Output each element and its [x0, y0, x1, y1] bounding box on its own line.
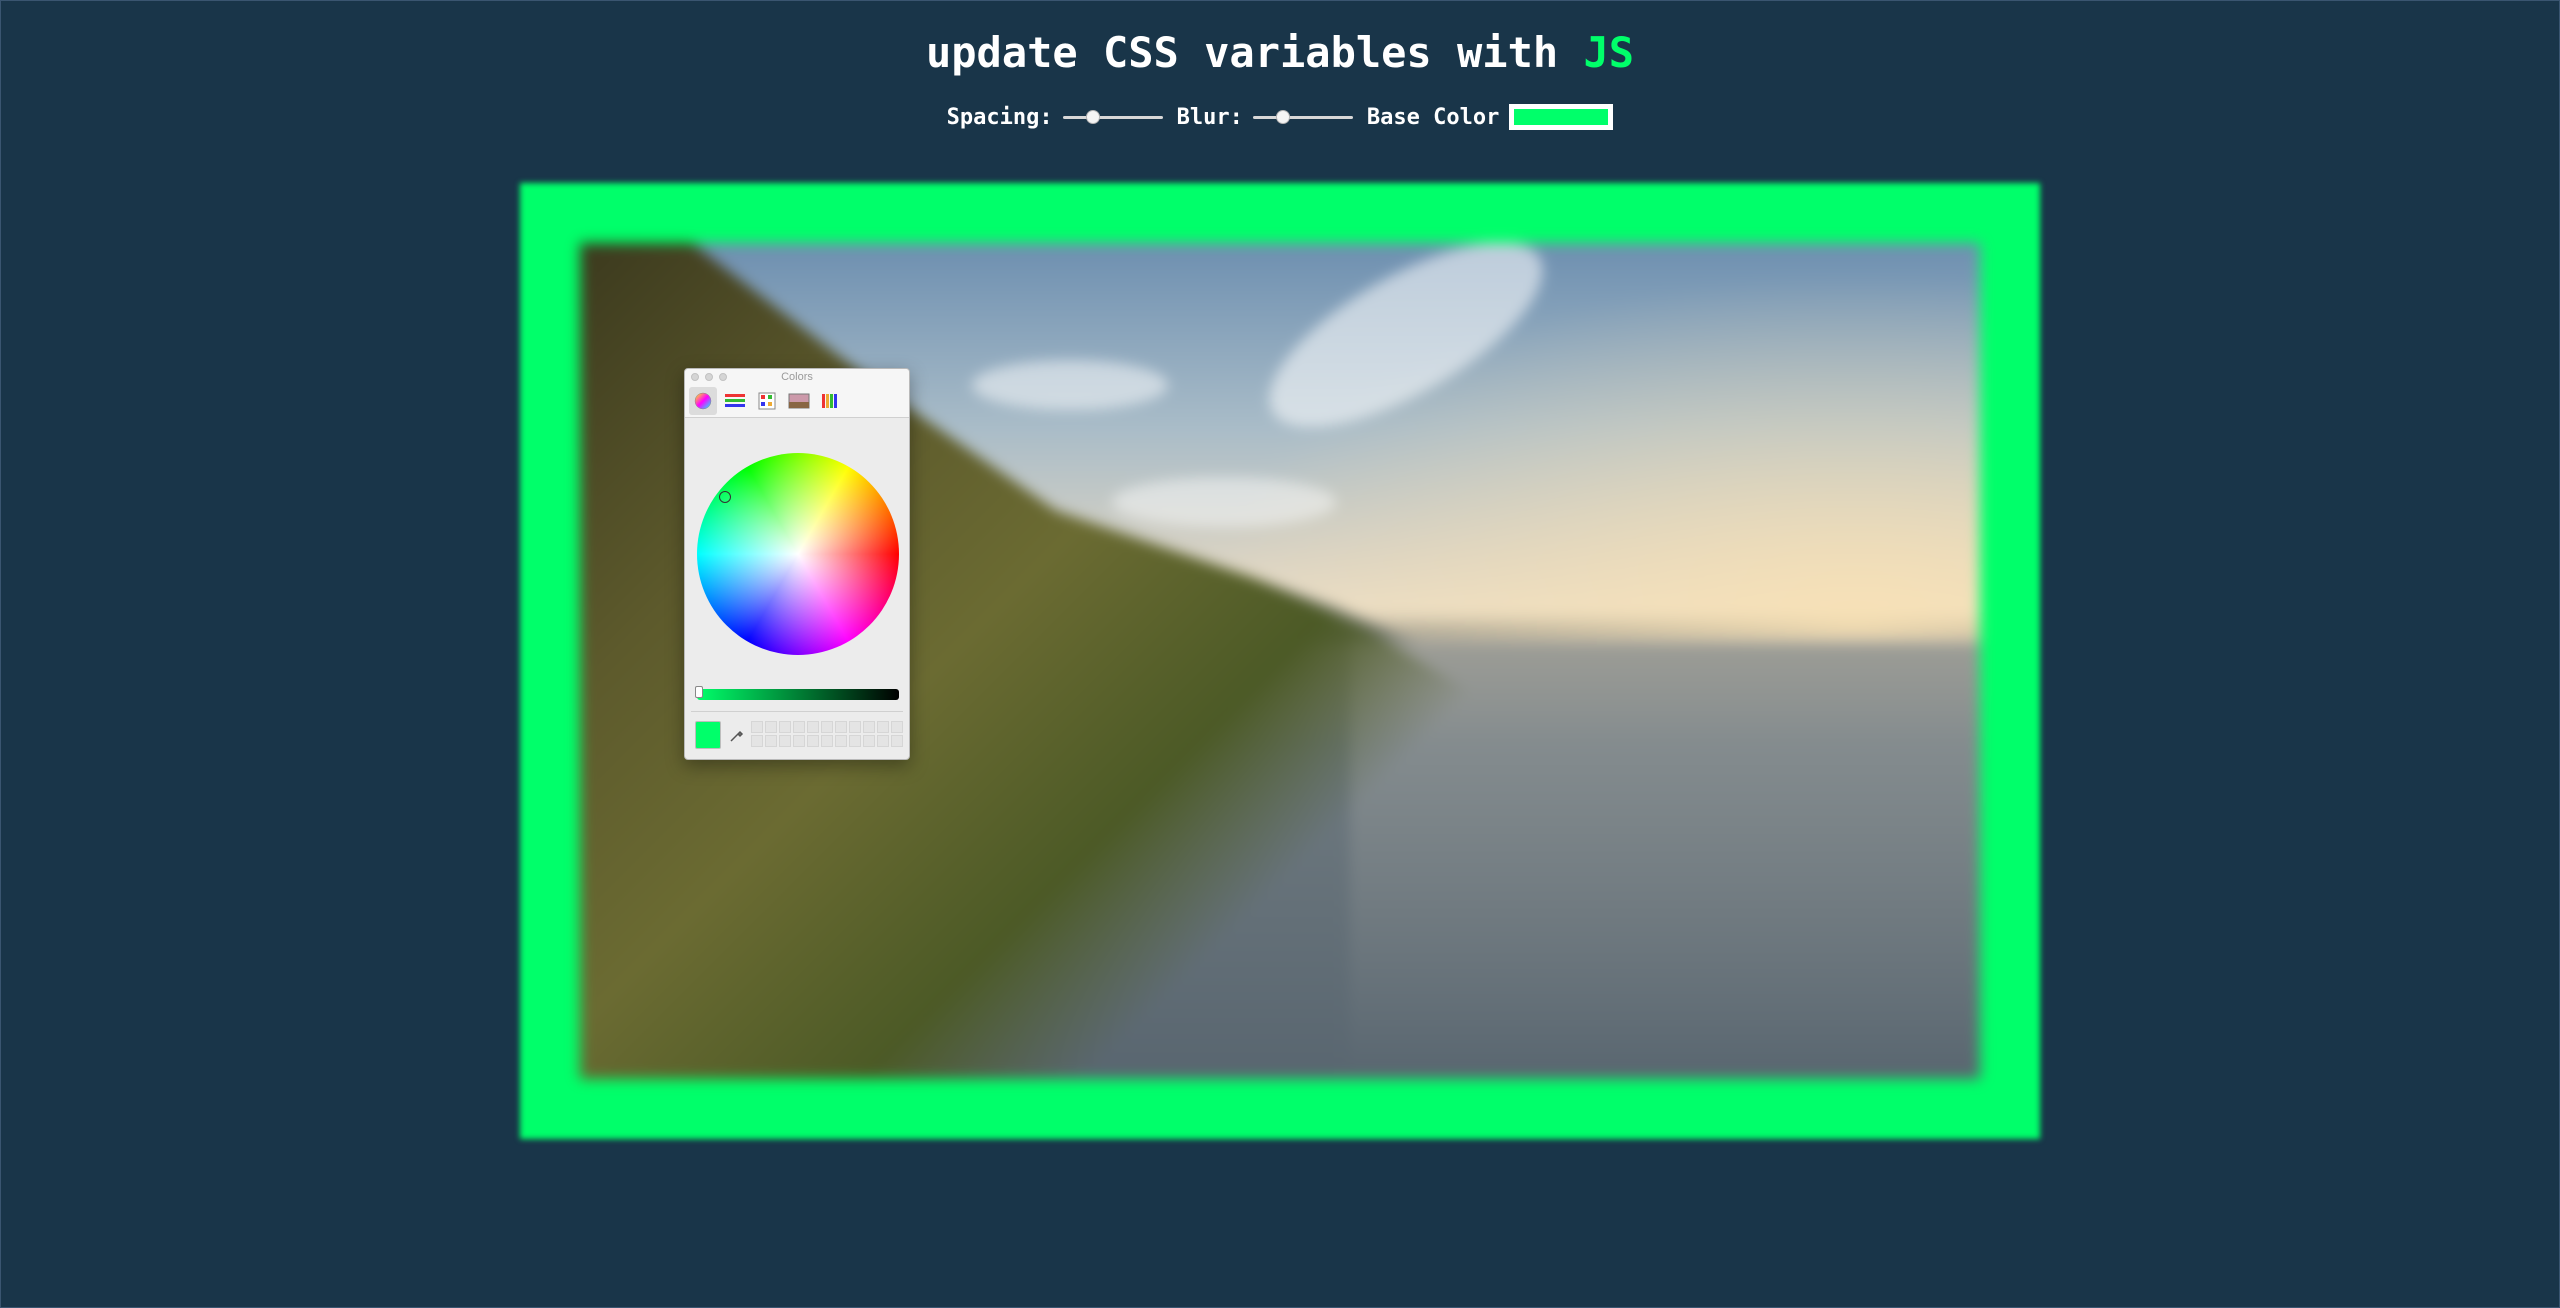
base-color-input[interactable]	[1509, 104, 1614, 130]
swatch-cell[interactable]	[807, 721, 819, 733]
colors-panel-toolbar	[685, 385, 909, 418]
brightness-slider-knob[interactable]	[695, 686, 703, 698]
color-wheel-icon	[694, 392, 712, 410]
blur-slider-track	[1252, 116, 1353, 119]
minimize-button[interactable]	[705, 373, 713, 381]
blur-slider-thumb[interactable]	[1275, 110, 1290, 124]
color-wheel-saturation	[697, 453, 899, 655]
cloud	[1112, 477, 1336, 528]
swatch-cell[interactable]	[779, 735, 791, 747]
color-wheel-cursor[interactable]	[719, 491, 731, 503]
colors-panel-title: Colors	[781, 371, 813, 383]
pencils-tab[interactable]	[817, 387, 845, 415]
swatch-cell[interactable]	[863, 735, 875, 747]
base-color-label: Base Color	[1366, 104, 1500, 130]
zoom-button[interactable]	[719, 373, 727, 381]
close-button[interactable]	[691, 373, 699, 381]
image-palettes-icon	[788, 393, 810, 409]
title-accent: JS	[1583, 28, 1635, 77]
color-palettes-icon	[758, 392, 776, 410]
blur-slider[interactable]	[1252, 107, 1353, 127]
swatch-cell[interactable]	[821, 721, 833, 733]
blur-label: Blur:	[1176, 104, 1243, 130]
color-wheel-tab[interactable]	[689, 387, 717, 415]
swatch-cell[interactable]	[877, 721, 889, 733]
color-palettes-tab[interactable]	[753, 387, 781, 415]
swatch-cell[interactable]	[835, 721, 847, 733]
spacing-slider[interactable]	[1062, 107, 1163, 127]
colors-panel-titlebar[interactable]: Colors	[685, 369, 909, 385]
swatch-cell[interactable]	[793, 735, 805, 747]
base-color-fill	[1514, 109, 1609, 125]
image-palettes-tab[interactable]	[785, 387, 813, 415]
swatch-cell[interactable]	[807, 735, 819, 747]
swatch-cell[interactable]	[751, 735, 763, 747]
page-title: update CSS variables with JS	[0, 28, 2560, 77]
controls-bar: Spacing: Blur: Base Color	[0, 104, 2560, 130]
swatch-cell[interactable]	[849, 721, 861, 733]
window-controls	[691, 373, 727, 381]
eyedropper-icon	[730, 730, 744, 742]
colors-panel[interactable]: Colors	[684, 368, 910, 760]
brightness-slider[interactable]	[697, 689, 899, 700]
swatch-cell[interactable]	[765, 735, 777, 747]
swatch-cell[interactable]	[793, 721, 805, 733]
cloud	[972, 360, 1168, 411]
swatch-cell[interactable]	[821, 735, 833, 747]
spacing-slider-track	[1062, 116, 1163, 119]
spacing-slider-thumb[interactable]	[1085, 110, 1100, 124]
swatch-cell[interactable]	[765, 721, 777, 733]
color-sliders-icon	[725, 394, 745, 407]
title-text: update CSS variables with	[925, 28, 1559, 77]
eyedropper-button[interactable]	[729, 727, 745, 748]
current-color-swatch[interactable]	[695, 721, 721, 749]
swatch-cell[interactable]	[863, 721, 875, 733]
swatch-cell[interactable]	[849, 735, 861, 747]
swatch-cell[interactable]	[779, 721, 791, 733]
swatch-cell[interactable]	[891, 721, 903, 733]
spacing-label: Spacing:	[946, 104, 1053, 130]
swatch-cell[interactable]	[751, 721, 763, 733]
swatch-cell[interactable]	[835, 735, 847, 747]
swatch-cell[interactable]	[891, 735, 903, 747]
pencils-icon	[822, 394, 837, 408]
color-sliders-tab[interactable]	[721, 387, 749, 415]
swatch-cell[interactable]	[877, 735, 889, 747]
divider	[691, 711, 903, 712]
swatch-grid[interactable]	[751, 721, 903, 747]
